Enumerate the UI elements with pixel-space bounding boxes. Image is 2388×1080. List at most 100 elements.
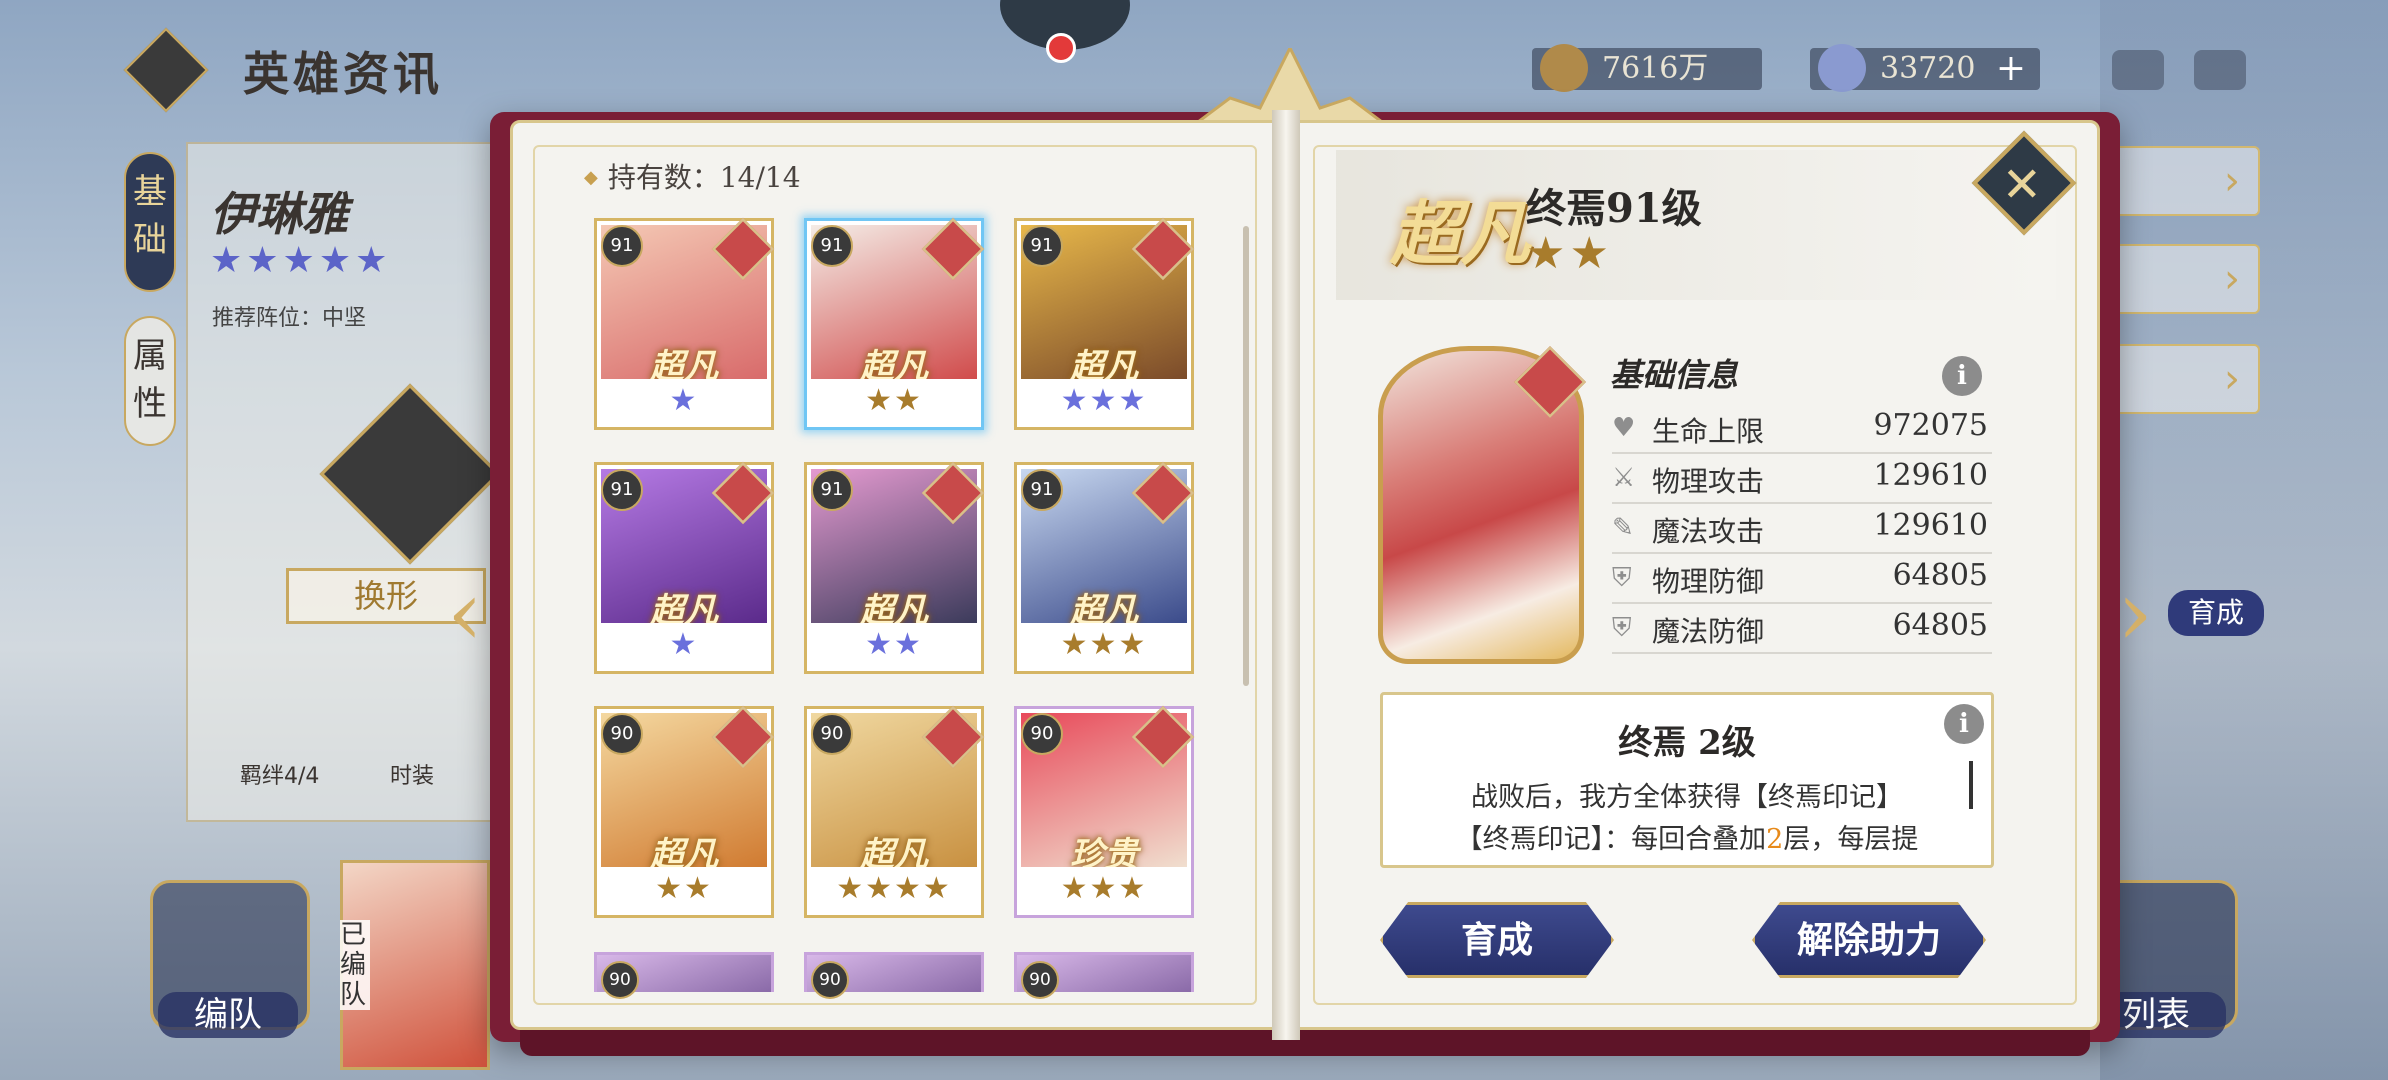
record-dot-icon xyxy=(1046,33,1076,63)
skill-line-2-a: 【终焉印记】：每回合叠加 xyxy=(1455,824,1767,855)
hero-card-level: 90 xyxy=(1021,713,1063,755)
hero-card-stars: ★★★★ xyxy=(811,867,977,911)
hero-card-stars: ★ xyxy=(601,623,767,667)
diamond-currency: 33720 + xyxy=(1810,44,2040,92)
add-diamond-button[interactable]: + xyxy=(1996,48,2026,90)
background-hero-stars: ★★★★★ xyxy=(210,240,392,281)
hero-card-partial[interactable]: 90 xyxy=(1014,952,1194,999)
team-status-tag: 已编队 xyxy=(340,920,370,1010)
stat-label: 物理攻击 xyxy=(1652,465,1765,498)
hero-card-level: 91 xyxy=(811,469,853,511)
next-page-arrow-icon[interactable]: › xyxy=(2110,454,2160,774)
basic-info-title: 基础信息 xyxy=(1610,356,1739,394)
book-spine xyxy=(1272,110,1300,1040)
side-develop-button[interactable]: 育成 xyxy=(2168,590,2264,636)
stat-row: ✎ 魔法攻击 129610 xyxy=(1612,504,1992,554)
outfit-label[interactable]: 时装 xyxy=(390,758,434,790)
gold-coin-icon xyxy=(1540,44,1588,92)
tab-attributes[interactable]: 属性 xyxy=(124,316,176,446)
side-arrow-2[interactable]: › xyxy=(2110,244,2260,314)
diamond-value: 33720 xyxy=(1880,51,1976,86)
stat-row: ⚔ 物理攻击 129610 xyxy=(1612,454,1992,504)
magic-shield-icon: ⛨ xyxy=(1612,613,1632,643)
hero-card[interactable]: 90 超凡 ★★ xyxy=(594,705,775,918)
menu-icon[interactable] xyxy=(2194,50,2246,90)
stat-label: 魔法防御 xyxy=(1652,615,1765,648)
owned-count: 持有数：14/14 xyxy=(584,156,801,196)
hero-card-level: 90 xyxy=(811,961,849,999)
hero-card-stars: ★★ xyxy=(811,379,977,423)
hero-card-level: 90 xyxy=(1021,961,1059,999)
hero-card-stars: ★★ xyxy=(811,623,977,667)
bond-label[interactable]: 羁绊4/4 xyxy=(240,758,319,790)
hero-card-stars: ★★★ xyxy=(1021,379,1187,423)
back-diamond-icon[interactable] xyxy=(123,27,209,113)
sword-icon: ⚔ xyxy=(1612,463,1636,493)
hero-card-stars: ★★★ xyxy=(1021,623,1187,667)
heart-icon: ♥ xyxy=(1612,413,1636,443)
background-hero-name: 伊琳雅 xyxy=(210,187,348,241)
stat-value: 129610 xyxy=(1873,458,1988,493)
hero-card[interactable]: 91 超凡 ★★★ xyxy=(1014,217,1195,430)
chat-icon[interactable] xyxy=(2112,50,2164,90)
side-arrow-1[interactable]: › xyxy=(2110,146,2260,216)
hero-card-level: 90 xyxy=(811,713,853,755)
page-title: 英雄资讯 xyxy=(243,47,443,101)
gold-currency: 7616万 xyxy=(1532,44,1762,92)
shield-icon: ⛨ xyxy=(1612,563,1632,593)
stat-label: 物理防御 xyxy=(1652,565,1765,598)
hero-card-stars: ★★ xyxy=(601,867,767,911)
hero-card[interactable]: 91 超凡 ★★ xyxy=(804,461,985,674)
hero-card[interactable]: 90 珍贵 ★★★ xyxy=(1014,705,1195,918)
basic-info-help-icon[interactable]: i xyxy=(1942,356,1982,396)
wand-icon: ✎ xyxy=(1612,513,1634,543)
skill-scrollbar[interactable] xyxy=(1969,761,1973,809)
develop-button[interactable]: 育成 xyxy=(1380,902,1614,978)
hero-card-level: 91 xyxy=(811,225,853,267)
stat-label: 生命上限 xyxy=(1652,415,1765,448)
skill-stack-count: 2 xyxy=(1766,824,1784,855)
hero-card[interactable]: 91 超凡 ★ xyxy=(594,461,775,674)
tab-basic[interactable]: 基础 xyxy=(124,152,176,292)
hero-card-level: 91 xyxy=(601,225,643,267)
detail-hero-stars: ★★ xyxy=(1526,228,1613,279)
close-icon: ✕ xyxy=(2001,157,2042,214)
stat-value: 64805 xyxy=(1892,558,1988,593)
stat-value: 64805 xyxy=(1892,608,1988,643)
hero-card-partial[interactable]: 90 xyxy=(594,952,774,999)
gold-value: 7616万 xyxy=(1602,51,1709,86)
hero-card-stars: ★★★ xyxy=(1021,867,1187,911)
diamond-icon xyxy=(1818,44,1866,92)
hero-card-level: 91 xyxy=(1021,225,1063,267)
stat-row: ♥ 生命上限 972075 xyxy=(1612,404,1992,454)
stat-label: 魔法攻击 xyxy=(1652,515,1765,548)
hero-card[interactable]: 91 超凡 ★ xyxy=(594,217,775,430)
skill-box: 终焉 2级 战败后，我方全体获得【终焉印记】 【终焉印记】：每回合叠加2层，每层… xyxy=(1380,692,1994,868)
prev-page-arrow-icon[interactable]: ‹ xyxy=(440,454,490,774)
skill-line-1: 战败后，我方全体获得【终焉印记】 xyxy=(1471,782,1903,813)
skill-line-2: 【终焉印记】：每回合叠加2层，每层提 xyxy=(1417,817,1957,856)
team-button-label: 编队 xyxy=(158,992,298,1038)
skill-title: 终焉 2级 xyxy=(1618,723,1756,763)
detail-hero-name-level: 终焉91级 xyxy=(1526,185,1702,232)
hero-card-level: 90 xyxy=(601,961,639,999)
recommended-position: 推荐阵位：中坚 xyxy=(212,306,367,331)
side-arrow-3[interactable]: › xyxy=(2110,344,2260,414)
stat-row: ⛨ 物理防御 64805 xyxy=(1612,554,1992,604)
stat-value: 972075 xyxy=(1873,408,1988,443)
hero-card-partial[interactable]: 90 xyxy=(804,952,984,999)
hero-card[interactable]: 90 超凡 ★★★★ xyxy=(804,705,985,918)
stat-row: ⛨ 魔法防御 64805 xyxy=(1612,604,1992,654)
hero-list-scrollbar[interactable] xyxy=(1243,226,1249,686)
skill-help-icon[interactable]: i xyxy=(1944,704,1984,744)
hero-card-level: 91 xyxy=(1021,469,1063,511)
release-assist-button[interactable]: 解除助力 xyxy=(1752,902,1986,978)
hero-card-level: 90 xyxy=(601,713,643,755)
hero-card[interactable]: 91 超凡 ★★ xyxy=(804,217,985,430)
hero-card[interactable]: 91 超凡 ★★★ xyxy=(1014,461,1195,674)
hero-card-stars: ★ xyxy=(601,379,767,423)
detail-rarity: 超凡 xyxy=(1390,192,1530,275)
skill-line-2-b: 层，每层提 xyxy=(1783,824,1919,855)
stat-value: 129610 xyxy=(1873,508,1988,543)
hero-card-level: 91 xyxy=(601,469,643,511)
